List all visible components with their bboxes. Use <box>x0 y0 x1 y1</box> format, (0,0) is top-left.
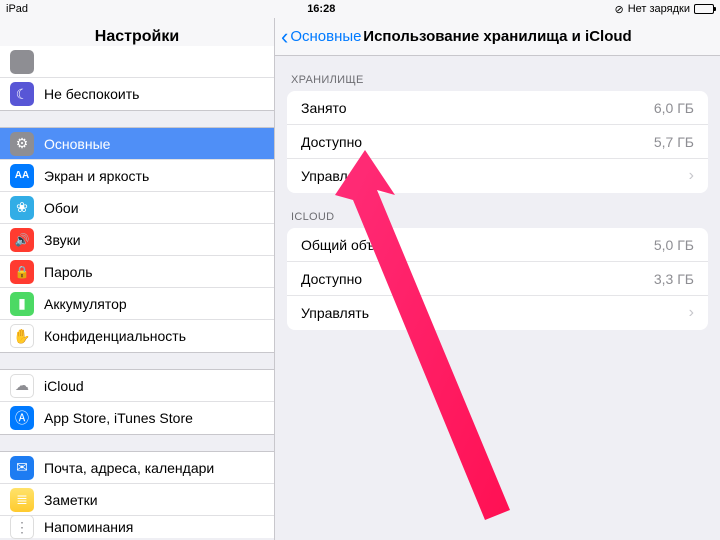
chevron-left-icon: ‹ <box>281 26 288 48</box>
sidebar-item-icloud[interactable]: ☁ iCloud <box>0 370 274 402</box>
section-header: ХРАНИЛИЩЕ <box>275 56 720 91</box>
sidebar-item-sounds[interactable]: 🔊 Звуки <box>0 224 274 256</box>
storage-available-value: 5,7 ГБ <box>654 134 694 150</box>
sidebar-item-label: Обои <box>44 200 79 216</box>
reminders-icon: ⋮ <box>10 515 34 539</box>
aa-icon: AA <box>10 164 34 188</box>
sidebar-item-appstore[interactable]: Ⓐ App Store, iTunes Store <box>0 402 274 434</box>
sidebar-item-truncated[interactable] <box>0 46 274 78</box>
detail-header: ‹ Основные Использование хранилища и iCl… <box>275 18 720 56</box>
sidebar-item-label: Звуки <box>44 232 81 248</box>
sidebar-item-notes[interactable]: ≣ Заметки <box>0 484 274 516</box>
sidebar-item-passcode[interactable]: 🔒 Пароль <box>0 256 274 288</box>
lock-icon: 🔒 <box>10 260 34 284</box>
row-icloud-total: Общий объём 5,0 ГБ <box>287 228 708 262</box>
hand-icon: ✋ <box>10 324 34 348</box>
sidebar-item-dnd[interactable]: ☾ Не беспокоить <box>0 78 274 110</box>
row-storage-manage[interactable]: Управлять › <box>287 159 708 193</box>
sidebar-item-label: Основные <box>44 136 110 152</box>
back-label: Основные <box>290 28 361 45</box>
gear-icon: ⚙ <box>10 132 34 156</box>
detail-pane: ‹ Основные Использование хранилища и iCl… <box>275 18 720 540</box>
chevron-right-icon: › <box>689 304 694 322</box>
cloud-icon: ☁ <box>10 374 34 398</box>
sidebar-item-label: Заметки <box>44 492 98 508</box>
sidebar-item-label: Напоминания <box>44 519 133 535</box>
appstore-icon: Ⓐ <box>10 406 34 430</box>
sidebar-group-1: ☾ Не беспокоить <box>0 46 274 111</box>
row-storage-available: Доступно 5,7 ГБ <box>287 125 708 159</box>
sidebar-group-4: ✉ Почта, адреса, календари ≣ Заметки ⋮ Н… <box>0 451 274 538</box>
sidebar-item-general[interactable]: ⚙ Основные <box>0 128 274 160</box>
sidebar-item-label: Не беспокоить <box>44 86 139 102</box>
row-storage-used: Занято 6,0 ГБ <box>287 91 708 125</box>
charging-label: Нет зарядки <box>628 3 690 15</box>
section-storage: ХРАНИЛИЩЕ Занято 6,0 ГБ Доступно 5,7 ГБ … <box>275 56 720 193</box>
sidebar-item-label: Аккумулятор <box>44 296 127 312</box>
sidebar-item-label: Экран и яркость <box>44 168 149 184</box>
sidebar-item-label: App Store, iTunes Store <box>44 410 193 426</box>
device-label: iPad <box>6 3 28 15</box>
battery-icon <box>694 4 714 14</box>
mail-icon: ✉ <box>10 456 34 480</box>
icloud-available-value: 3,3 ГБ <box>654 271 694 287</box>
sidebar-group-2: ⚙ Основные AA Экран и яркость ❀ Обои 🔊 З… <box>0 127 274 353</box>
charging-indicator-icon: ⊘ <box>615 3 624 16</box>
section-header: ICLOUD <box>275 193 720 228</box>
sidebar-item-reminders[interactable]: ⋮ Напоминания <box>0 516 274 538</box>
storage-used-value: 6,0 ГБ <box>654 100 694 116</box>
sidebar-item-display[interactable]: AA Экран и яркость <box>0 160 274 192</box>
sidebar-item-label: Конфиденциальность <box>44 328 186 344</box>
notes-icon: ≣ <box>10 488 34 512</box>
row-icloud-available: Доступно 3,3 ГБ <box>287 262 708 296</box>
sidebar-item-battery[interactable]: ▮ Аккумулятор <box>0 288 274 320</box>
chevron-right-icon: › <box>689 167 694 185</box>
sidebar-item-label: iCloud <box>44 378 84 394</box>
unknown-icon <box>10 50 34 74</box>
moon-icon: ☾ <box>10 82 34 106</box>
sidebar-item-mail[interactable]: ✉ Почта, адреса, календари <box>0 452 274 484</box>
sidebar-item-label: Почта, адреса, календари <box>44 460 214 476</box>
battery-icon: ▮ <box>10 292 34 316</box>
speaker-icon: 🔊 <box>10 228 34 252</box>
sidebar-group-3: ☁ iCloud Ⓐ App Store, iTunes Store <box>0 369 274 435</box>
settings-sidebar: Настройки ☾ Не беспокоить ⚙ Основные <box>0 18 275 540</box>
sidebar-item-wallpaper[interactable]: ❀ Обои <box>0 192 274 224</box>
flower-icon: ❀ <box>10 196 34 220</box>
sidebar-item-label: Пароль <box>44 264 93 280</box>
section-icloud: ICLOUD Общий объём 5,0 ГБ Доступно 3,3 Г… <box>275 193 720 330</box>
status-bar: iPad 16:28 ⊘ Нет зарядки <box>0 0 720 18</box>
sidebar-item-privacy[interactable]: ✋ Конфиденциальность <box>0 320 274 352</box>
row-icloud-manage[interactable]: Управлять › <box>287 296 708 330</box>
back-button[interactable]: ‹ Основные <box>275 26 362 48</box>
icloud-total-value: 5,0 ГБ <box>654 237 694 253</box>
clock: 16:28 <box>28 3 614 15</box>
